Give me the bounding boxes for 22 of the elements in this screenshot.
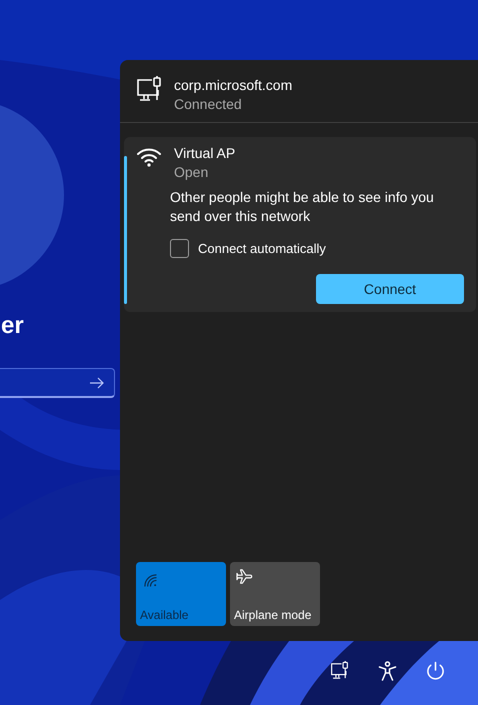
checkbox-label: Connect automatically (198, 241, 326, 256)
tile-label: Airplane mode (234, 608, 312, 622)
quick-tile[interactable]: Airplane mode (230, 562, 320, 626)
network-status: Connected (174, 95, 243, 114)
tile-label: Available (140, 608, 188, 622)
network-name: Virtual AP (174, 144, 236, 162)
computer-icon[interactable] (330, 661, 349, 681)
wifi-icon (136, 146, 162, 168)
power-icon[interactable] (426, 661, 445, 681)
password-field[interactable] (0, 368, 115, 398)
connect-button[interactable]: Connect (316, 274, 464, 304)
checkbox[interactable] (170, 239, 189, 258)
user-name: er (1, 312, 24, 340)
wifi-icon (144, 574, 157, 587)
network-card[interactable]: Virtual AP Open Other people might be able to see info you send over this network Connect automatically Connect (124, 137, 476, 312)
network-name: corp.microsoft.com (174, 76, 292, 94)
airplane-icon (236, 569, 254, 585)
arrow-icon[interactable] (90, 376, 104, 388)
network-status: Open (174, 163, 210, 182)
accessibility-icon[interactable] (378, 661, 397, 681)
warning-text: Other people might be able to see info you send over this network (170, 188, 435, 226)
computer-icon (136, 76, 162, 104)
